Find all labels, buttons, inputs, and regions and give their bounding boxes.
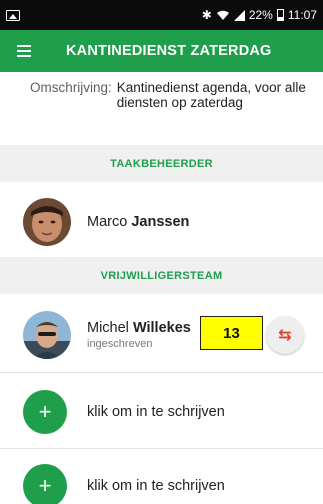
description-label: Omschrijving: <box>30 80 112 95</box>
count-badge: 13 <box>200 316 263 350</box>
hamburger-menu-icon[interactable] <box>0 30 48 72</box>
app-bar: KANTINEDIENST ZATERDAG <box>0 30 323 72</box>
divider <box>0 372 323 373</box>
registration-status: ingeschreven <box>87 338 153 350</box>
add-icon[interactable]: + <box>23 390 67 434</box>
status-bar: ✱ 22% 11:07 <box>0 0 323 30</box>
avatar <box>23 311 71 359</box>
avatar <box>23 198 71 246</box>
description-value: Kantinedienst agenda, voor alle diensten… <box>116 80 306 110</box>
signal-icon <box>233 9 245 21</box>
description: Omschrijving: Kantinedienst agenda, voor… <box>0 80 323 110</box>
signup-slot[interactable]: + klik om in te schrijven <box>0 458 323 504</box>
signup-slot[interactable]: + klik om in te schrijven <box>0 384 323 440</box>
wifi-icon <box>216 10 229 20</box>
divider <box>0 448 323 449</box>
clock: 11:07 <box>287 8 317 22</box>
person-last-name: Janssen <box>131 214 190 230</box>
swap-arrows-icon: ⇆ <box>278 327 292 344</box>
signup-label: klik om in te schrijven <box>87 404 225 420</box>
swap-button[interactable]: ⇆ <box>266 316 304 354</box>
task-manager-row[interactable]: Marco Janssen <box>0 191 323 253</box>
gallery-icon <box>6 9 20 21</box>
battery-icon <box>276 9 284 21</box>
section-header-vrijwilligersteam: VRIJWILLIGERSTEAM <box>0 257 323 294</box>
person-first-name: Marco <box>87 214 128 230</box>
add-icon[interactable]: + <box>23 464 67 504</box>
person-first-name: Michel <box>87 320 129 336</box>
bluetooth-icon: ✱ <box>201 8 212 22</box>
signup-label: klik om in te schrijven <box>87 478 225 494</box>
page-title: KANTINEDIENST ZATERDAG <box>66 43 272 59</box>
battery-percent: 22% <box>248 8 273 22</box>
section-header-taakbeheerder: TAAKBEHEERDER <box>0 145 323 182</box>
person-last-name: Willekes <box>132 320 191 336</box>
